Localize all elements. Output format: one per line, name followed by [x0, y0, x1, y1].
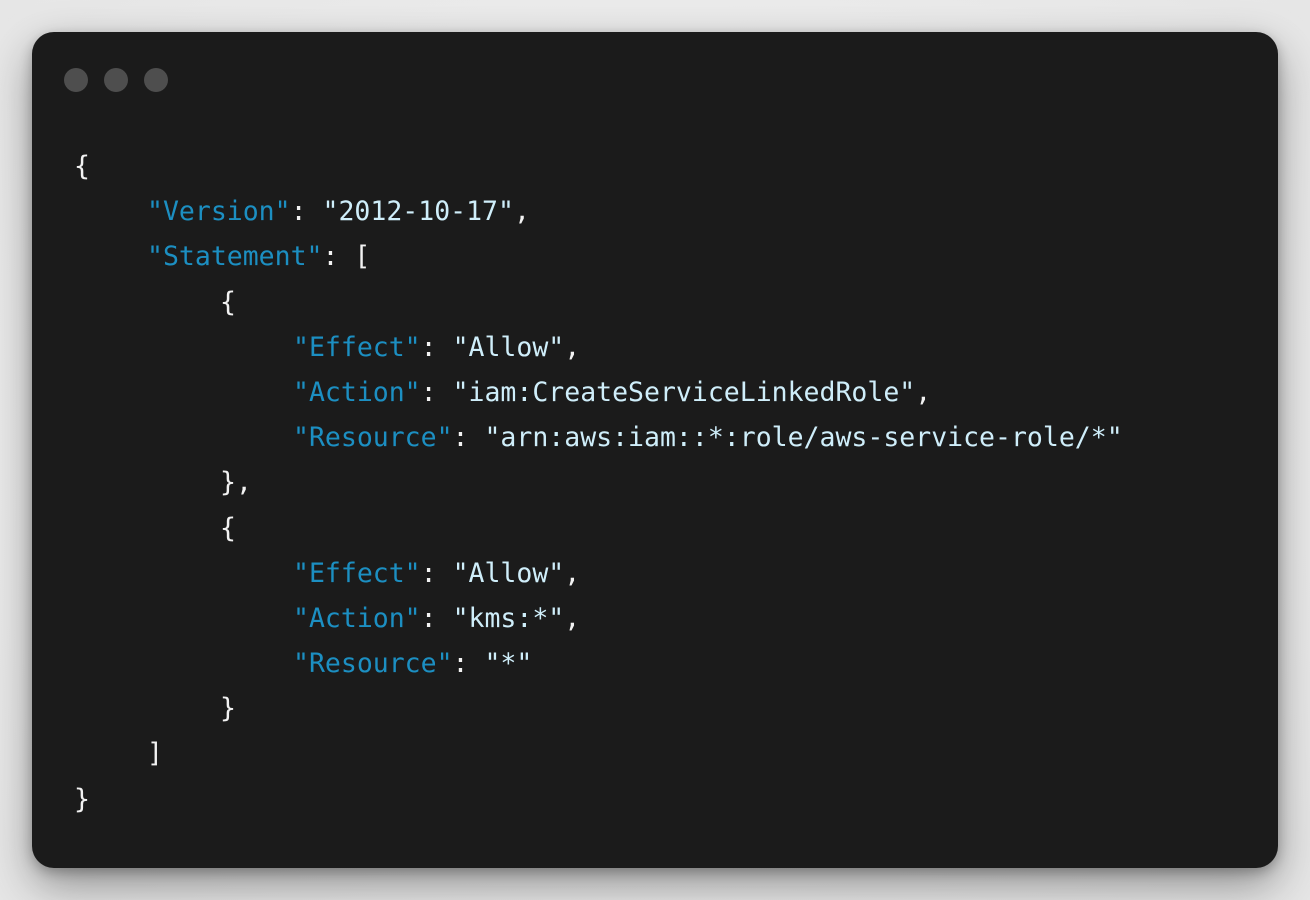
window-close-dot-icon[interactable]	[64, 68, 88, 92]
statement-1-resource-key: "Resource"	[293, 422, 453, 454]
version-value: "2012-10-17"	[322, 196, 514, 228]
window-titlebar	[32, 32, 1278, 128]
statement-2-resource-key: "Resource"	[293, 648, 453, 680]
statement-1-action-value: "iam:CreateServiceLinkedRole"	[452, 376, 916, 408]
window-zoom-dot-icon[interactable]	[144, 68, 168, 92]
code-line-statement-2-resource: "Resource": "*"	[293, 648, 533, 680]
json-code-block: { "Version": "2012-10-17", "Statement": [ {…	[74, 144, 1123, 822]
code-line-statement-2-action: "Action": "kms:*",	[293, 602, 581, 634]
statement-2-effect-value: "Allow"	[452, 557, 565, 589]
statement-1-close: },	[220, 467, 252, 499]
code-line-statement-close: ]	[74, 731, 1123, 776]
statement-2-open: {	[220, 512, 236, 544]
code-line-statement-1-open: {	[74, 280, 1123, 325]
statement-2-close: }	[220, 693, 236, 725]
statement-key: "Statement"	[147, 241, 323, 273]
statement-2-action-key: "Action"	[293, 602, 421, 634]
code-line-statement: "Statement": [	[147, 241, 371, 273]
open-brace: {	[74, 151, 90, 182]
code-line-statement-2-effect: "Effect": "Allow",	[293, 557, 581, 589]
statement-1-open: {	[220, 286, 236, 318]
code-line-statement-1-effect: "Effect": "Allow",	[293, 331, 581, 363]
statement-2-effect-key: "Effect"	[293, 557, 421, 589]
code-line-statement-1-action: "Action": "iam:CreateServiceLinkedRole",	[293, 376, 932, 408]
code-line-statement-2-open: {	[74, 506, 1123, 551]
window-minimize-dot-icon[interactable]	[104, 68, 128, 92]
code-line-open-brace: {	[74, 144, 1123, 189]
statement-close-bracket: ]	[147, 738, 163, 770]
statement-1-action-key: "Action"	[293, 376, 421, 408]
code-line-statement-2-close: }	[74, 686, 1123, 731]
code-window: { "Version": "2012-10-17", "Statement": [ {…	[32, 32, 1278, 868]
statement-1-effect-value: "Allow"	[452, 331, 565, 363]
statement-1-effect-key: "Effect"	[293, 331, 421, 363]
code-line-statement-1-close: },	[74, 460, 1123, 505]
code-line-close-brace: }	[74, 777, 1123, 822]
statement-open-bracket: [	[354, 241, 371, 273]
close-brace: }	[74, 783, 90, 815]
version-key: "Version"	[147, 196, 291, 228]
code-line-version: "Version": "2012-10-17",	[147, 196, 530, 228]
statement-2-action-value: "kms:*"	[452, 602, 565, 634]
code-line-statement-1-resource: "Resource": "arn:aws:iam::*:role/aws-ser…	[293, 422, 1123, 454]
statement-1-resource-value: "arn:aws:iam::*:role/aws-service-role/*"	[484, 422, 1123, 454]
statement-2-resource-value: "*"	[484, 648, 533, 680]
